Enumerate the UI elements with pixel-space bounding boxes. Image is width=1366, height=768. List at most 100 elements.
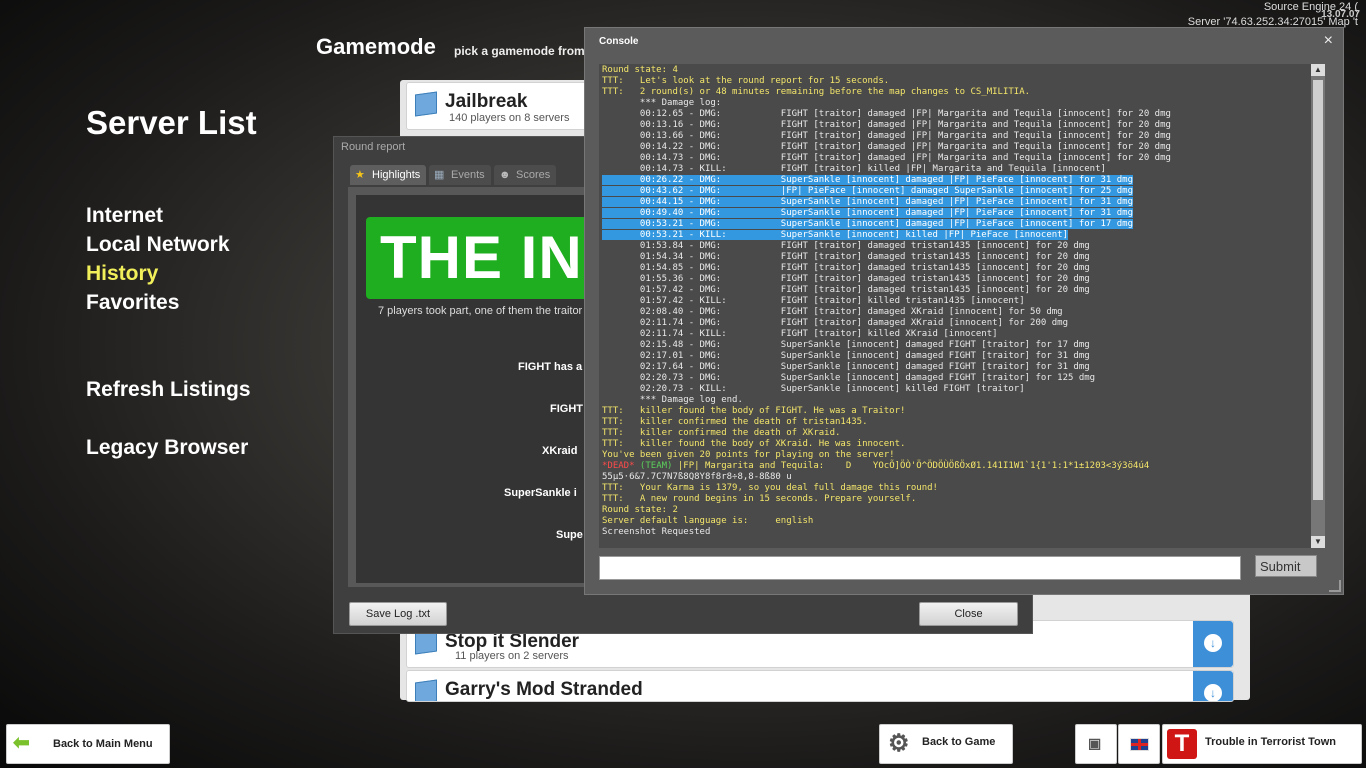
scroll-down-icon[interactable]: ▼	[1311, 536, 1325, 548]
gamemode-title: Gamemode	[316, 34, 436, 59]
console-line: 00:13.66 - DMG: FIGHT [traitor] damaged …	[602, 131, 1171, 141]
star-icon: ★	[355, 169, 365, 181]
team-tag: (TEAM)	[634, 461, 673, 471]
selected-text: 00:49.40 - DMG: SuperSankle [innocent] d…	[602, 208, 1134, 218]
download-button[interactable]: ↓	[1193, 671, 1233, 701]
build-date: 13.07.07	[1321, 9, 1360, 20]
tab-scores[interactable]: ☻ Scores	[494, 165, 557, 185]
back-to-main-menu-button[interactable]: ⬅ Back to Main Menu	[6, 724, 170, 764]
controller-icon: ▣	[1088, 735, 1102, 751]
table-icon: ▦	[434, 169, 445, 181]
console-line: 02:20.73 - KILL: SuperSankle [innocent] …	[602, 384, 1025, 394]
console-line: 01:57.42 - KILL: FIGHT [traitor] killed …	[602, 296, 1025, 306]
server-list-title: Server List	[86, 104, 257, 141]
console-line: 00:14.22 - DMG: FIGHT [traitor] damaged …	[602, 142, 1171, 152]
console-line: 00:13.16 - DMG: FIGHT [traitor] damaged …	[602, 120, 1171, 130]
console-line: 00:53.21 - KILL: SuperSankle [innocent] …	[602, 230, 1311, 241]
gamemode-name: Garry's Mod Stranded	[445, 679, 643, 700]
scroll-up-icon[interactable]: ▲	[1311, 64, 1325, 76]
menu-internet[interactable]: Internet	[86, 204, 163, 228]
selected-text: 00:26.22 - DMG: SuperSankle [innocent] d…	[602, 175, 1134, 185]
console-line: 55µ5·6&7.7C7N7ß8Q8Y8f8r8÷8,8-8ß80 u	[602, 472, 792, 482]
console-line: 01:53.84 - DMG: FIGHT [traitor] damaged …	[602, 241, 1090, 251]
menu-history[interactable]: History	[86, 262, 158, 286]
gamemode-name: Jailbreak	[445, 91, 528, 112]
resize-grip-icon[interactable]	[1329, 580, 1341, 592]
console-line: Round state: 2	[602, 505, 678, 515]
language-button[interactable]	[1118, 724, 1160, 764]
selected-text: 00:53.21 - KILL: SuperSankle [innocent] …	[602, 230, 1068, 240]
download-icon: ↓	[1204, 684, 1222, 701]
back-to-game-button[interactable]: ⚙ Back to Game	[879, 724, 1013, 764]
console-scrollbar[interactable]: ▲ ▼	[1311, 64, 1325, 548]
console-title: Console	[599, 36, 639, 47]
round-report-title: Round report	[341, 141, 406, 153]
chat-text: |FP| Margarita and Tequila: D YOcÕ]ÖÒ'Ö^…	[672, 461, 1150, 471]
highlight-line: XKraid	[542, 445, 578, 457]
console-line: TTT: Let's look at the round report for …	[602, 76, 890, 86]
console-line: 02:11.74 - DMG: FIGHT [traitor] damaged …	[602, 318, 1068, 328]
console-log: Round state: 4 TTT: Let's look at the rou…	[599, 64, 1311, 548]
console-line: *DEAD* (TEAM) |FP| Margarita and Tequila…	[602, 461, 1311, 472]
console-line: 01:54.34 - DMG: FIGHT [traitor] damaged …	[602, 252, 1090, 262]
console-input[interactable]	[599, 556, 1241, 580]
console-line: TTT: A new round begins in 15 seconds. P…	[602, 494, 917, 504]
console-line: 01:55.36 - DMG: FIGHT [traitor] damaged …	[602, 274, 1090, 284]
console-line: 02:15.48 - DMG: SuperSankle [innocent] d…	[602, 340, 1090, 350]
gamemode-subtitle: pick a gamemode from	[454, 44, 585, 58]
gamepad-icon: ⚙	[888, 730, 910, 757]
gamemode-count: 140 players on 8 servers	[449, 112, 570, 124]
selected-text: 00:53.21 - DMG: SuperSankle [innocent] d…	[602, 219, 1134, 229]
gamemode-row-stranded[interactable]: Garry's Mod Stranded ↓	[406, 670, 1234, 702]
console-line: 00:14.73 - KILL: FIGHT [traitor] killed …	[602, 164, 1106, 174]
highlight-line: Supe	[556, 529, 583, 541]
highlight-line: SuperSankle i	[504, 487, 577, 499]
console-line: 00:14.73 - DMG: FIGHT [traitor] damaged …	[602, 153, 1171, 163]
download-button[interactable]: ↓	[1193, 621, 1233, 667]
console-line: 00:12.65 - DMG: FIGHT [traitor] damaged …	[602, 109, 1171, 119]
save-log-button[interactable]: Save Log .txt	[349, 602, 447, 626]
console-line: TTT: killer confirmed the death of trist…	[602, 417, 868, 427]
console-line: Screenshot Requested	[602, 527, 711, 537]
console-line: 02:20.73 - DMG: SuperSankle [innocent] d…	[602, 373, 1096, 383]
console-line: 00:49.40 - DMG: SuperSankle [innocent] d…	[602, 208, 1311, 219]
close-button[interactable]: Close	[919, 602, 1018, 626]
console-line: 00:44.15 - DMG: SuperSankle [innocent] d…	[602, 197, 1311, 208]
console-line: 02:11.74 - KILL: FIGHT [traitor] killed …	[602, 329, 998, 339]
highlight-line: FIGHT	[550, 403, 583, 415]
controller-button[interactable]: ▣	[1075, 724, 1117, 764]
console-line: Server default language is: english	[602, 516, 814, 526]
tab-highlights[interactable]: ★ Highlights	[350, 165, 427, 185]
dead-tag: *DEAD*	[602, 461, 635, 471]
console-line: TTT: killer found the body of XKraid. He…	[602, 439, 906, 449]
console-line: 01:54.85 - DMG: FIGHT [traitor] damaged …	[602, 263, 1090, 273]
console-line: You've been given 20 points for playing …	[602, 450, 895, 460]
console-line: 00:26.22 - DMG: SuperSankle [innocent] d…	[602, 175, 1311, 186]
selected-text: 00:43.62 - DMG: |FP| PieFace [innocent] …	[602, 186, 1134, 196]
uk-flag-icon	[1130, 738, 1149, 751]
console-window: Console × Round state: 4 TTT: Let's look …	[584, 27, 1344, 595]
refresh-listings-button[interactable]: Refresh Listings	[86, 378, 251, 402]
download-icon: ↓	[1204, 634, 1222, 652]
cube-icon	[415, 679, 437, 701]
ttt-logo-icon: T	[1167, 729, 1197, 759]
console-line: TTT: 2 round(s) or 48 minutes remaining …	[602, 87, 1031, 97]
tab-events[interactable]: ▦ Events	[429, 165, 491, 185]
gamemode-count: 11 players on 2 servers	[455, 650, 569, 662]
menu-local-network[interactable]: Local Network	[86, 233, 230, 257]
gamemode-button[interactable]: T Trouble in Terrorist Town	[1162, 724, 1362, 764]
submit-button[interactable]: Submit	[1255, 555, 1317, 577]
highlight-line: FIGHT has a	[518, 361, 583, 373]
people-icon: ☻	[499, 169, 511, 181]
close-icon[interactable]: ×	[1324, 32, 1333, 50]
console-line: TTT: Your Karma is 1379, so you deal ful…	[602, 483, 938, 493]
scroll-thumb[interactable]	[1313, 80, 1323, 500]
console-line: *** Damage log:	[602, 98, 722, 108]
menu-favorites[interactable]: Favorites	[86, 291, 179, 315]
selected-text: 00:44.15 - DMG: SuperSankle [innocent] d…	[602, 197, 1134, 207]
back-arrow-icon: ⬅	[13, 732, 30, 754]
console-line: 00:43.62 - DMG: |FP| PieFace [innocent] …	[602, 186, 1311, 197]
legacy-browser-button[interactable]: Legacy Browser	[86, 436, 248, 460]
console-line: TTT: killer found the body of FIGHT. He …	[602, 406, 906, 416]
console-line: 01:57.42 - DMG: FIGHT [traitor] damaged …	[602, 285, 1090, 295]
